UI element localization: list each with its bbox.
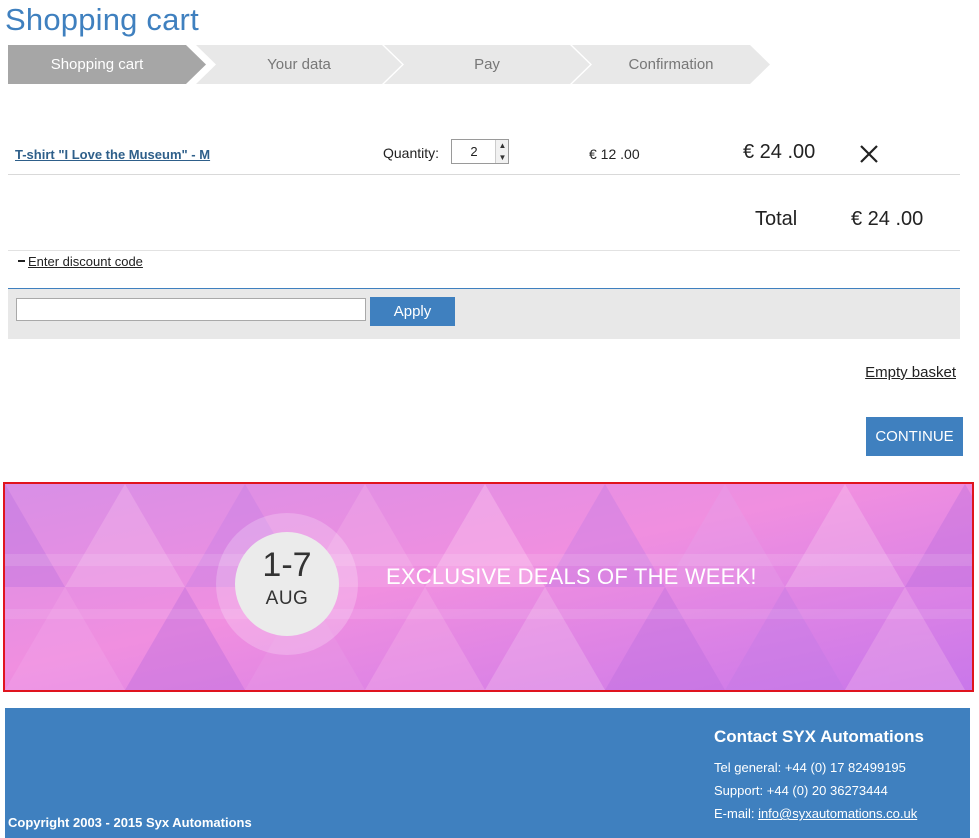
- promo-banner[interactable]: 1-7 AUG EXCLUSIVE DEALS OF THE WEEK!: [3, 482, 974, 692]
- date-badge: 1-7 AUG: [235, 532, 339, 636]
- date-month: AUG: [265, 588, 309, 609]
- close-icon[interactable]: [859, 144, 879, 164]
- email-line: E-mail: info@syxautomations.co.uk: [714, 806, 917, 821]
- discount-code-link[interactable]: Enter discount code: [28, 254, 143, 269]
- minus-icon: [18, 259, 25, 262]
- continue-button[interactable]: CONTINUE: [866, 417, 963, 456]
- banner-headline: EXCLUSIVE DEALS OF THE WEEK!: [386, 564, 757, 589]
- copyright-text: Copyright 2003 - 2015 Syx Automations: [8, 815, 252, 830]
- total-value: € 24 .00: [851, 208, 924, 230]
- discount-toggle[interactable]: Enter discount code: [18, 254, 143, 269]
- tel-general: Tel general: +44 (0) 17 82499195: [714, 760, 906, 775]
- page-title: Shopping cart: [5, 2, 199, 37]
- empty-basket-link[interactable]: Empty basket: [865, 364, 956, 381]
- step-confirmation: Confirmation: [572, 45, 770, 84]
- email-link[interactable]: info@syxautomations.co.uk: [758, 806, 917, 821]
- step-shopping-cart: Shopping cart: [8, 45, 206, 84]
- email-label: E-mail:: [714, 806, 759, 821]
- step-label: Pay: [474, 56, 500, 73]
- chevron-down-icon[interactable]: ▼: [496, 152, 509, 163]
- unit-price: € 12 .00: [589, 146, 640, 162]
- line-total: € 24 .00: [743, 141, 816, 163]
- site-footer: Copyright 2003 - 2015 Syx Automations Co…: [5, 708, 970, 838]
- checkout-steps: Shopping cart Your data Pay Confirmation: [8, 45, 788, 84]
- quantity-label: Quantity:: [383, 145, 440, 161]
- quantity-value[interactable]: 2: [452, 144, 496, 159]
- chevron-up-icon[interactable]: ▲: [496, 140, 509, 151]
- product-link[interactable]: T-shirt "I Love the Museum" - M: [15, 147, 210, 162]
- quantity-stepper[interactable]: 2 ▲ ▼: [451, 139, 509, 164]
- total-label: Total: [755, 208, 798, 230]
- date-range: 1-7: [262, 546, 312, 584]
- cart-item-row: T-shirt "I Love the Museum" - M Quantity…: [8, 132, 960, 175]
- step-label: Shopping cart: [50, 56, 144, 73]
- discount-panel: Apply: [8, 288, 960, 339]
- step-your-data: Your data: [196, 45, 402, 84]
- tel-support: Support: +44 (0) 20 36273444: [714, 783, 888, 798]
- step-label: Confirmation: [628, 56, 714, 73]
- step-label: Your data: [267, 56, 331, 73]
- contact-title: Contact SYX Automations: [714, 727, 924, 746]
- quantity-spinner: ▲ ▼: [495, 140, 508, 163]
- apply-button[interactable]: Apply: [370, 297, 455, 326]
- discount-code-input[interactable]: [16, 298, 366, 321]
- step-pay: Pay: [384, 45, 590, 84]
- cart-total-row: Total € 24 .00: [8, 195, 960, 251]
